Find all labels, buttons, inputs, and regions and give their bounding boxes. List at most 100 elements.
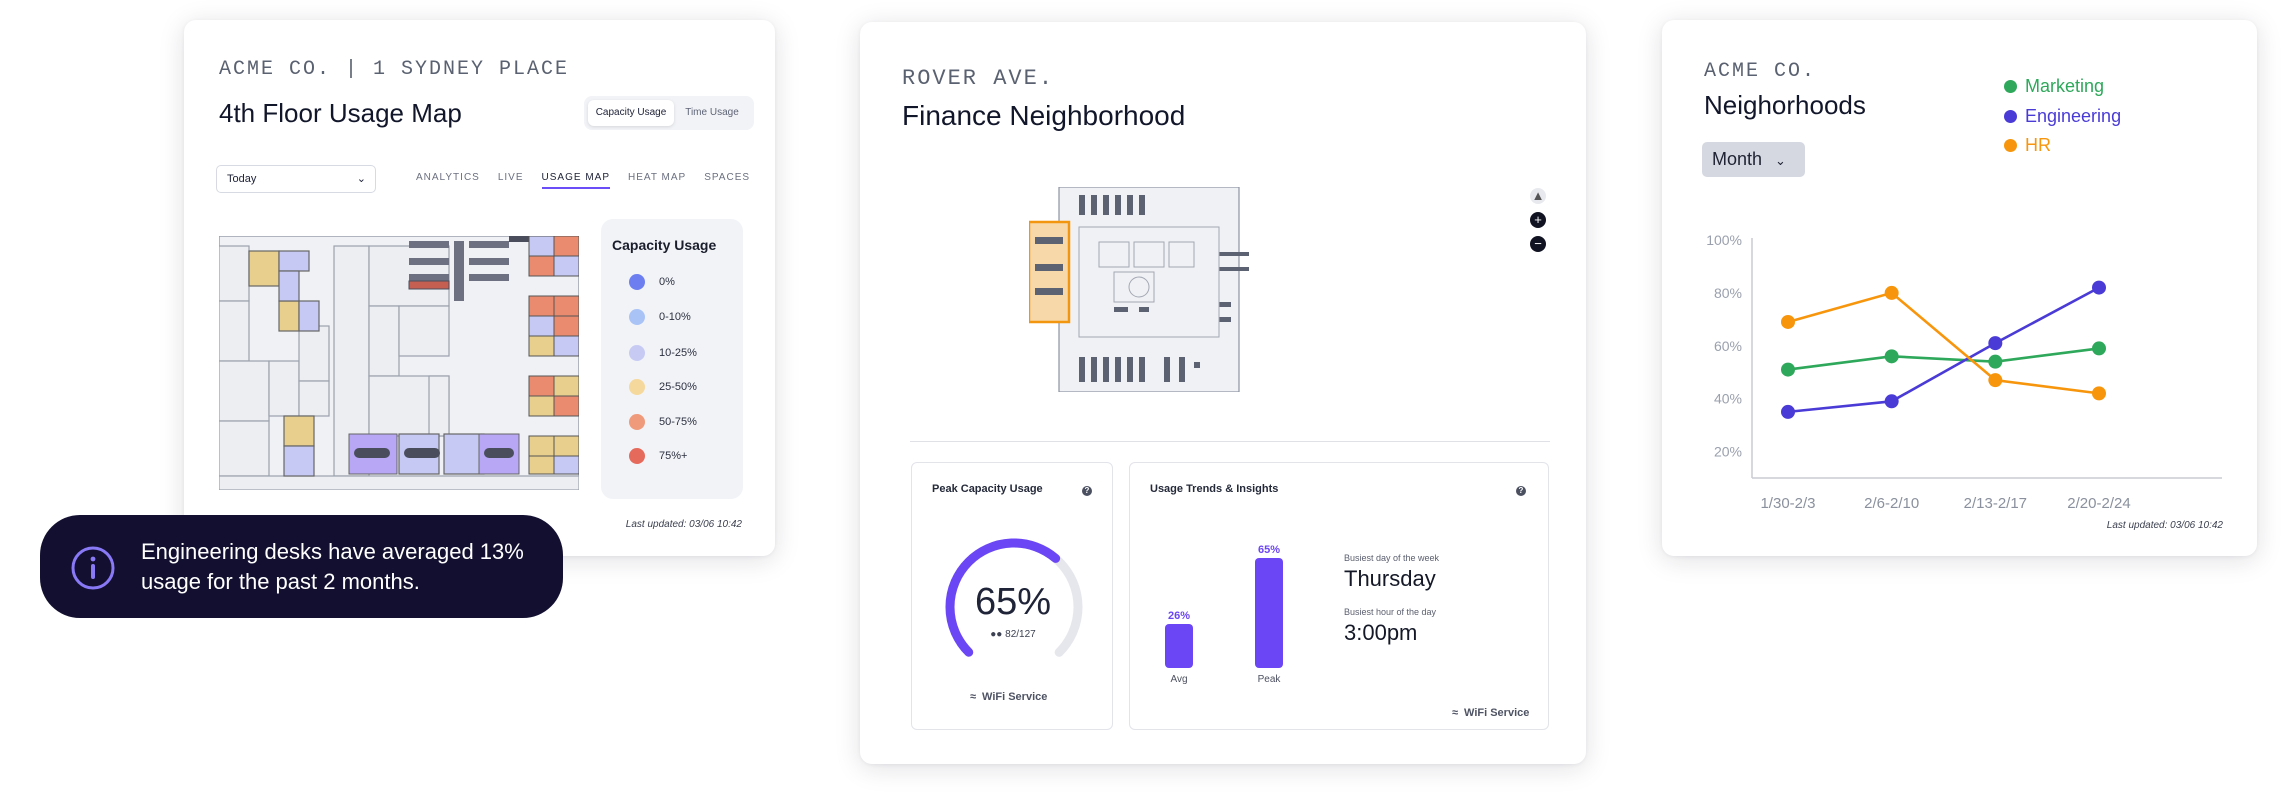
legend-item: 10-25%	[629, 345, 697, 361]
data-point[interactable]	[1781, 362, 1795, 377]
legend-engineering: Engineering	[2004, 106, 2121, 127]
y-tick-label: 100%	[1706, 232, 1742, 248]
card-title: Neighorhoods	[1704, 90, 1866, 120]
tab-live[interactable]: LIVE	[498, 172, 524, 189]
panel-title: Peak Capacity Usage	[932, 483, 1043, 495]
y-tick-label: 20%	[1714, 444, 1742, 460]
data-point[interactable]	[1884, 349, 1899, 364]
wifi-source-label: WiFi Service	[982, 691, 1048, 703]
y-tick-label: 40%	[1714, 391, 1742, 407]
period-value: Month	[1712, 149, 1763, 169]
card-title: Finance Neighborhood	[902, 100, 1186, 131]
legend-title: Capacity Usage	[612, 237, 717, 253]
legend-label: Engineering	[2025, 106, 2122, 126]
info-icon	[71, 546, 115, 590]
legend-label: 50-75%	[659, 416, 697, 428]
neighborhood-card: ROVER AVE. Finance Neighborhood ▲ + − Pe…	[860, 22, 1586, 764]
wifi-source: ≈ WiFi Service	[970, 691, 1047, 703]
toast-message: Engineering desks have averaged 13% usag…	[141, 539, 524, 594]
card-eyebrow: ROVER AVE.	[902, 66, 1055, 91]
compass-icon[interactable]: ▲	[1530, 188, 1546, 204]
data-point[interactable]	[2092, 280, 2106, 295]
tab-analytics[interactable]: ANALYTICS	[416, 172, 480, 189]
bar-value-label: 26%	[1168, 610, 1190, 622]
legend-label: 25-50%	[659, 381, 697, 393]
time-usage-toggle[interactable]: Time Usage	[674, 100, 750, 126]
peak-percent: 65%	[974, 581, 1052, 623]
legend-swatch	[629, 414, 645, 430]
card-eyebrow: ACME CO. | 1 SYDNEY PLACE	[219, 58, 570, 81]
data-point[interactable]	[2092, 341, 2106, 356]
card-title: 4th Floor Usage Map	[219, 98, 462, 128]
help-icon[interactable]: ?	[1516, 486, 1526, 496]
tab-usage-map[interactable]: USAGE MAP	[541, 172, 610, 189]
capacity-usage-toggle[interactable]: Capacity Usage	[588, 100, 674, 126]
usage-toggle: Capacity Usage Time Usage	[584, 96, 754, 130]
chevron-down-icon: ⌄	[356, 173, 366, 185]
legend-swatch	[629, 274, 645, 290]
neighborhood-floor-plan[interactable]	[1029, 187, 1269, 392]
bar-category-label: Avg	[1170, 674, 1187, 685]
data-point[interactable]	[1781, 314, 1795, 329]
busiest-hour: 3:00pm	[1344, 620, 1418, 645]
series-line	[1787, 286, 2100, 414]
busiest-hour-label: Busiest hour of the day	[1344, 607, 1437, 617]
usage-bar-chart: 26% Avg 65% Peak	[1165, 544, 1283, 685]
legend-item: 50-75%	[629, 414, 697, 430]
last-updated: Last updated: 03/06 10:42	[2106, 520, 2223, 531]
view-tabs: ANALYTICS LIVE USAGE MAP HEAT MAP SPACES	[416, 172, 750, 189]
legend-label: 0%	[659, 276, 675, 288]
x-tick-label: 2/20-2/24	[2067, 495, 2130, 512]
y-tick-label: 80%	[1714, 285, 1742, 301]
floor-usage-card: ACME CO. | 1 SYDNEY PLACE 4th Floor Usag…	[184, 20, 775, 556]
usage-bar	[1165, 624, 1193, 668]
legend-label: 75%+	[659, 450, 688, 462]
data-point[interactable]	[1884, 285, 1899, 300]
wifi-source: ≈ WiFi Service	[1452, 707, 1529, 719]
legend-swatch	[629, 379, 645, 395]
data-point[interactable]	[1884, 394, 1899, 409]
data-point[interactable]	[1988, 373, 2003, 388]
data-point[interactable]	[1781, 404, 1795, 419]
insight-toast: Engineering desks have averaged 13% usag…	[40, 515, 563, 618]
tab-heat-map[interactable]: HEAT MAP	[628, 172, 686, 189]
bar-category-label: Peak	[1258, 674, 1282, 685]
neighborhoods-line-chart: 100% 80% 60% 40% 20% 1/30-2/3 2/6-2/10 2/13-2/1…	[1706, 232, 2222, 512]
legend-label: Marketing	[2025, 76, 2105, 96]
zoom-in-button[interactable]: +	[1530, 212, 1546, 228]
legend-marketing: Marketing	[2004, 76, 2104, 97]
legend-item: 0%	[629, 274, 675, 290]
people-icon: ●●	[990, 629, 1003, 640]
peak-fraction-row: ●● 82/127	[912, 629, 1114, 640]
wifi-source-label: WiFi Service	[1464, 707, 1530, 719]
chevron-down-icon: ⌄	[1775, 153, 1786, 168]
data-point[interactable]	[1988, 336, 2003, 351]
date-range-value: Today	[227, 173, 257, 185]
legend-swatch	[2004, 110, 2017, 123]
section-divider	[910, 441, 1550, 442]
data-point[interactable]	[1988, 354, 2003, 369]
legend-swatch	[629, 448, 645, 464]
help-icon[interactable]: ?	[1082, 486, 1092, 496]
date-range-select[interactable]: Today ⌄	[216, 165, 376, 193]
capacity-legend: Capacity Usage 0% 0-10% 10-25% 25-50% 50…	[601, 219, 743, 499]
legend-swatch	[629, 309, 645, 325]
usage-bar	[1255, 558, 1283, 668]
series-line	[1787, 347, 2100, 371]
last-updated: Last updated: 03/06 10:42	[625, 519, 742, 530]
tab-spaces[interactable]: SPACES	[704, 172, 750, 189]
card-eyebrow: ACME CO.	[1704, 60, 1817, 83]
legend-label: HR	[2025, 135, 2051, 155]
data-point[interactable]	[2092, 386, 2106, 401]
legend-swatch	[2004, 139, 2017, 152]
peak-fraction: 82/127	[1005, 629, 1036, 640]
floor-plan-map[interactable]	[219, 236, 579, 490]
zoom-out-button[interactable]: −	[1530, 236, 1546, 252]
period-select[interactable]: Month ⌄	[1702, 142, 1805, 177]
busiest-day-label: Busiest day of the week	[1344, 553, 1440, 563]
wifi-icon: ≈	[1452, 707, 1459, 719]
legend-swatch	[2004, 80, 2017, 93]
x-tick-label: 1/30-2/3	[1760, 495, 1815, 512]
panel-title: Usage Trends & Insights	[1150, 483, 1279, 495]
legend-hr: HR	[2004, 135, 2051, 156]
